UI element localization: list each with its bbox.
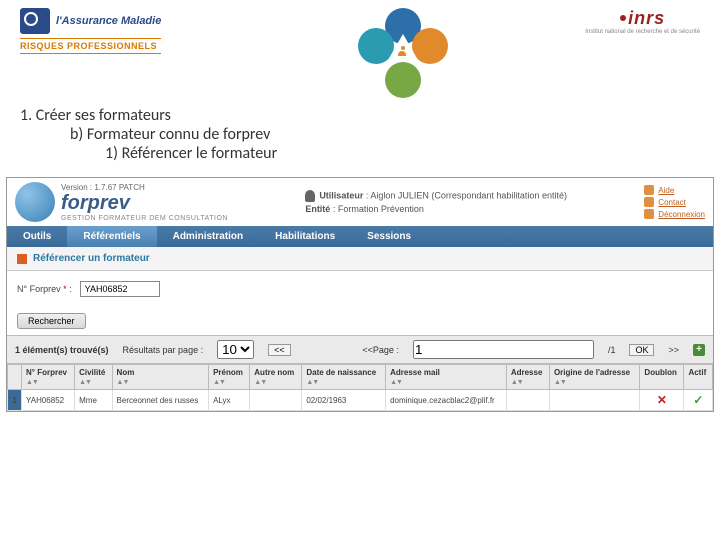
- rechercher-button[interactable]: Rechercher: [17, 313, 86, 329]
- x-icon: ✕: [657, 393, 667, 407]
- nav-administration[interactable]: Administration: [157, 226, 260, 247]
- col-nforprev[interactable]: N° Forprev▲▼: [22, 365, 75, 390]
- sort-icon[interactable]: ▲▼: [79, 379, 91, 386]
- col-mail[interactable]: Adresse mail▲▼: [386, 365, 507, 390]
- sort-icon[interactable]: ▲▼: [117, 379, 129, 386]
- main-nav: Outils Référentiels Administration Habil…: [7, 226, 713, 247]
- inrs-logo: inrs Institut national de recherche et d…: [585, 8, 700, 35]
- nforprev-input[interactable]: [80, 281, 160, 297]
- help-icon: [644, 185, 654, 195]
- cell-naissance: 02/02/1963: [302, 390, 386, 411]
- page-ok[interactable]: OK: [629, 344, 654, 356]
- sort-icon[interactable]: ▲▼: [213, 379, 225, 386]
- pager-prev[interactable]: <<: [268, 344, 291, 356]
- cell-prenom: ALyx: [209, 390, 250, 411]
- cell-mail: dominique.cezacblac2@plif.fr: [386, 390, 507, 411]
- col-civilite[interactable]: Civilité▲▼: [75, 365, 112, 390]
- contact-link[interactable]: Contact: [644, 197, 705, 207]
- assurance-maladie-logo: l'Assurance Maladie RISQUES PROFESSIONNE…: [20, 8, 161, 54]
- am-text: l'Assurance Maladie: [56, 15, 161, 27]
- section-square-icon: [17, 254, 27, 264]
- sort-icon[interactable]: ▲▼: [511, 379, 523, 386]
- results-table: N° Forprev▲▼ Civilité▲▼ Nom▲▼ Prénom▲▼ A…: [7, 364, 713, 411]
- col-nom[interactable]: Nom▲▼: [112, 365, 209, 390]
- page-total: /1: [608, 345, 616, 355]
- brand-label: forprev: [61, 192, 228, 215]
- cell-nforprev: YAH06852: [22, 390, 75, 411]
- cell-civilite: Mme: [75, 390, 112, 411]
- risques-label: RISQUES PROFESSIONNELS: [20, 38, 161, 54]
- table-row[interactable]: 1 YAH06852 Mme Berceonnet des russes ALy…: [8, 390, 713, 411]
- row-number: 1: [8, 390, 22, 411]
- add-icon[interactable]: +: [693, 344, 705, 356]
- cell-nom: Berceonnet des russes: [112, 390, 209, 411]
- outline-level-2: b) Formateur connu de forprev: [70, 125, 700, 144]
- outline-level-3: 1) Référencer le formateur: [105, 144, 700, 163]
- check-icon: ✓: [693, 393, 703, 407]
- cell-autrenom: [250, 390, 302, 411]
- aide-link[interactable]: Aide: [644, 185, 705, 195]
- col-actif: Actif: [684, 365, 713, 390]
- inrs-text: inrs: [628, 8, 665, 28]
- app-window: Version : 1.7.67 PATCH forprev GESTION F…: [6, 177, 714, 412]
- nav-habilitations[interactable]: Habilitations: [259, 226, 351, 247]
- col-origine[interactable]: Origine de l'adresse▲▼: [549, 365, 639, 390]
- center-diagram-icon: [358, 8, 448, 98]
- contact-icon: [644, 197, 654, 207]
- logout-icon: [644, 209, 654, 219]
- outline-level-1: 1. Créer ses formateurs: [20, 106, 700, 125]
- nav-referentiels[interactable]: Référentiels: [67, 226, 156, 247]
- page-input[interactable]: [413, 340, 594, 359]
- col-autrenom[interactable]: Autre nom▲▼: [250, 365, 302, 390]
- page-label: <<Page :: [362, 345, 399, 355]
- results-count: 1 élément(s) trouvé(s): [15, 345, 109, 355]
- cell-doublon: ✕: [640, 390, 684, 411]
- cell-actif: ✓: [684, 390, 713, 411]
- nforprev-label: N° Forprev * :: [17, 284, 72, 294]
- inrs-subtitle: Institut national de recherche et de séc…: [585, 29, 700, 35]
- user-line: Utilisateur : Aiglon JULIEN (Corresponda…: [305, 190, 567, 202]
- per-page-label: Résultats par page :: [123, 345, 204, 355]
- pager-next: >>: [668, 345, 679, 355]
- version-label: Version : 1.7.67 PATCH: [61, 183, 228, 192]
- sort-icon[interactable]: ▲▼: [254, 379, 266, 386]
- cell-adresse: [506, 390, 549, 411]
- deconnexion-link[interactable]: Déconnexion: [644, 209, 705, 219]
- cell-origine: [549, 390, 639, 411]
- col-naissance[interactable]: Date de naissance▲▼: [302, 365, 386, 390]
- sort-icon[interactable]: ▲▼: [390, 379, 402, 386]
- sort-icon[interactable]: ▲▼: [26, 379, 38, 386]
- am-cube-icon: [20, 8, 50, 34]
- nav-outils[interactable]: Outils: [7, 226, 67, 247]
- forprev-sphere-icon: [15, 182, 55, 222]
- entity-line: Entité : Formation Prévention: [305, 204, 567, 214]
- section-header: Référencer un formateur: [7, 247, 713, 271]
- col-num: [8, 365, 22, 390]
- per-page-select[interactable]: 10: [217, 340, 254, 359]
- sort-icon[interactable]: ▲▼: [306, 379, 318, 386]
- col-adresse[interactable]: Adresse▲▼: [506, 365, 549, 390]
- nav-sessions[interactable]: Sessions: [351, 226, 427, 247]
- subnav-label: GESTION FORMATEUR DEM CONSULTATION: [61, 215, 228, 222]
- col-prenom[interactable]: Prénom▲▼: [209, 365, 250, 390]
- section-title-text: Référencer un formateur: [33, 253, 150, 264]
- col-doublon: Doublon: [640, 365, 684, 390]
- sort-icon[interactable]: ▲▼: [554, 379, 566, 386]
- user-icon: [305, 190, 315, 202]
